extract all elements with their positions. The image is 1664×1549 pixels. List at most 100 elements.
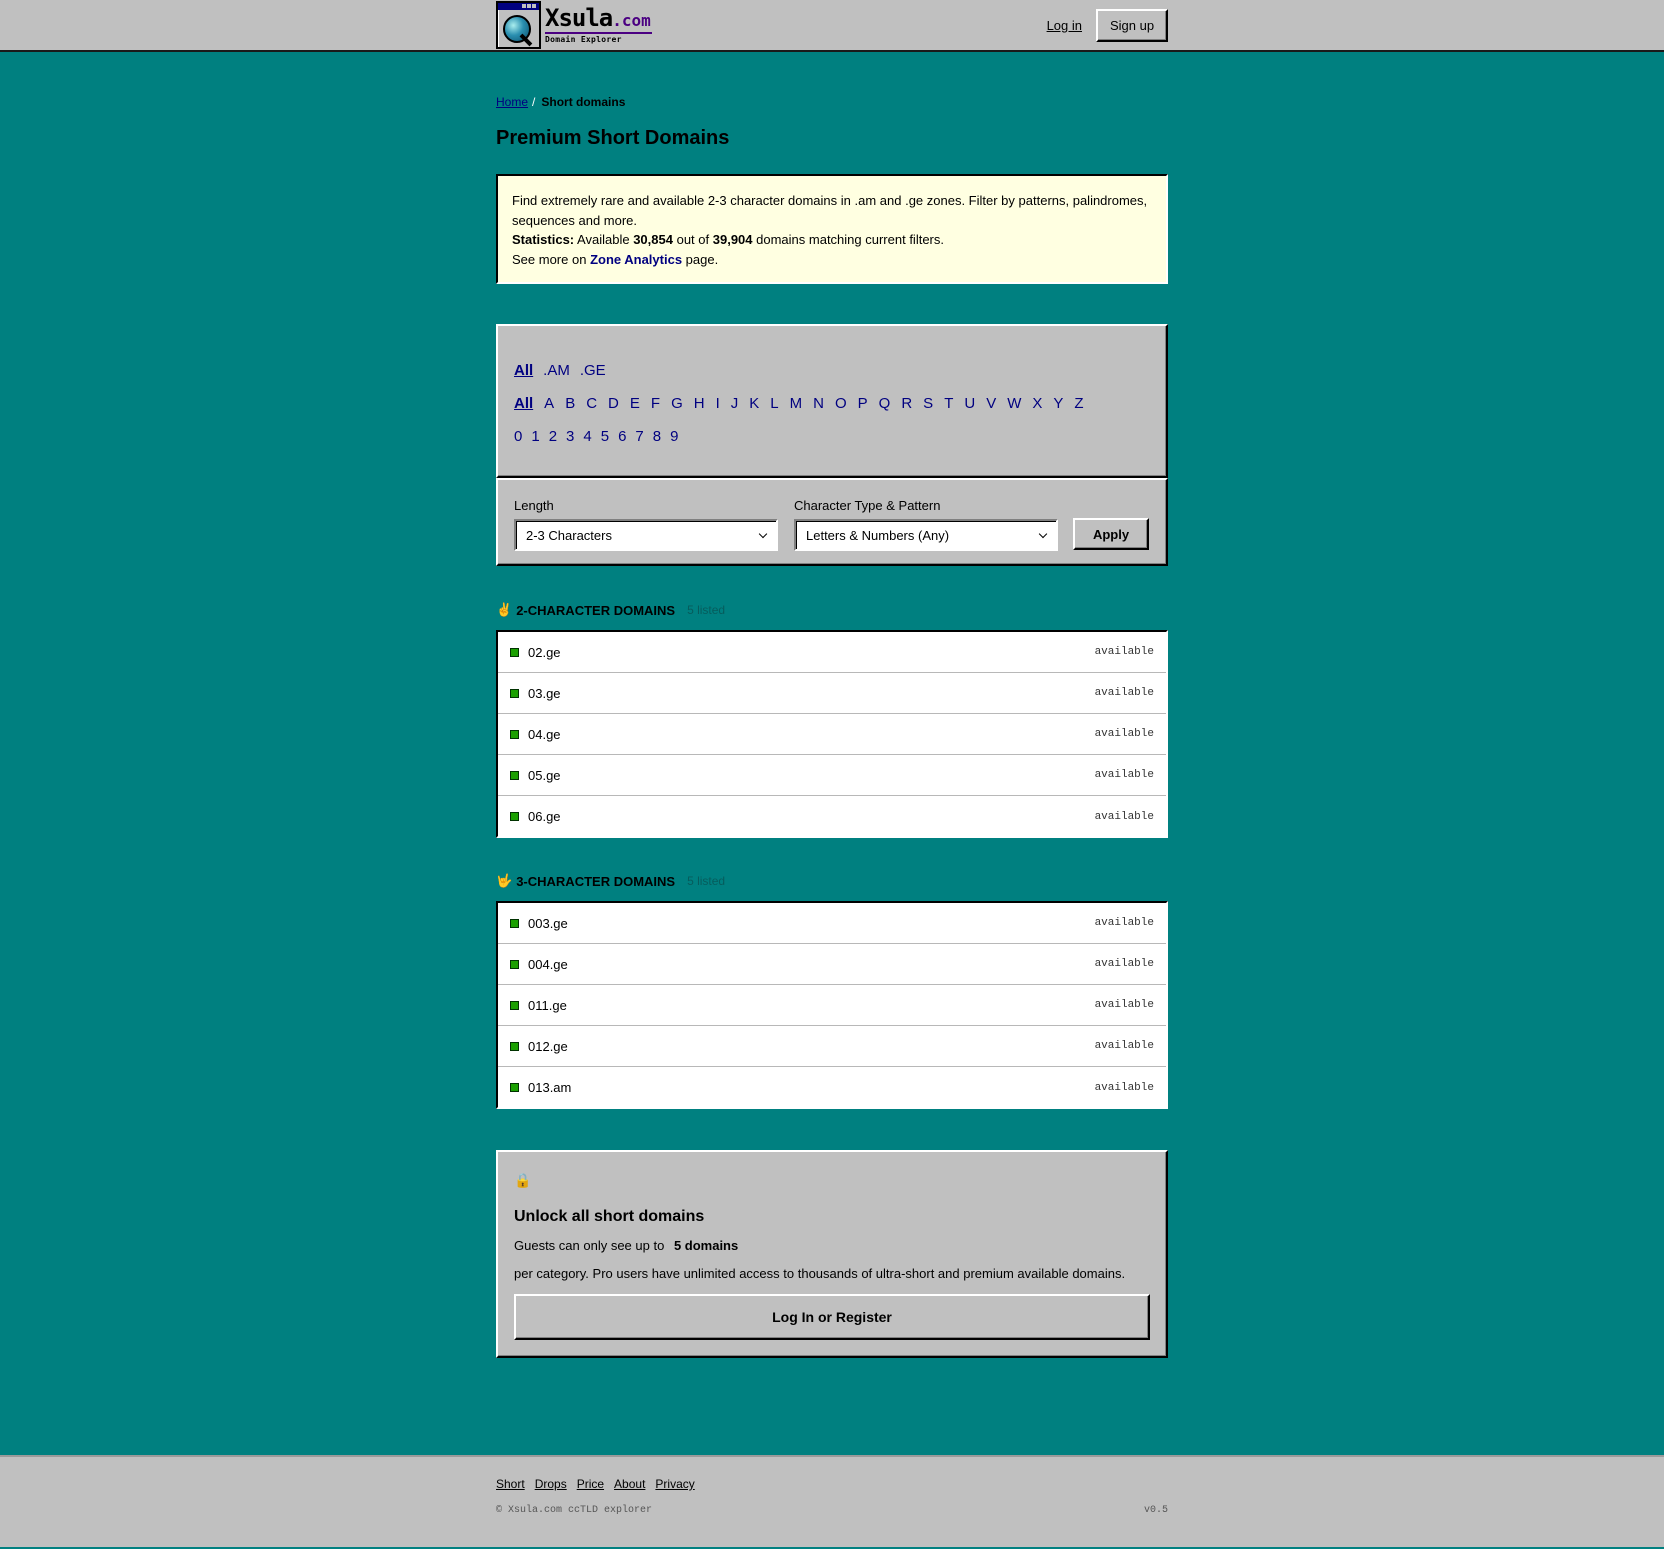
letter-filter-t[interactable]: T [944, 395, 953, 412]
domain-status: available [1094, 646, 1154, 658]
domain-row[interactable]: 003.ge available [498, 903, 1166, 944]
available-count: 30,854 [633, 232, 673, 247]
login-register-button[interactable]: Log In or Register [514, 1294, 1150, 1340]
digit-filter-5[interactable]: 5 [601, 428, 609, 445]
domain-row[interactable]: 05.ge available [498, 755, 1166, 796]
digit-filter-3[interactable]: 3 [566, 428, 574, 445]
available-indicator-icon [510, 729, 519, 739]
domain-status: available [1094, 728, 1154, 740]
domain-name: 003.ge [528, 915, 568, 931]
domain-status: available [1094, 917, 1154, 929]
domain-row[interactable]: 011.ge available [498, 985, 1166, 1026]
letter-filter-f[interactable]: F [651, 395, 660, 412]
zone-filter-all[interactable]: All [514, 362, 533, 379]
pattern-select[interactable]: Letters & Numbers (Any) [794, 519, 1058, 551]
logo[interactable]: Xsula.com Domain Explorer [496, 1, 652, 49]
letter-filter-v[interactable]: V [986, 395, 996, 412]
letter-filter-r[interactable]: R [901, 395, 912, 412]
breadcrumb-separator: / [532, 95, 536, 109]
digit-filter-4[interactable]: 4 [583, 428, 591, 445]
info-description: Find extremely rare and available 2-3 ch… [512, 193, 1148, 228]
apply-button[interactable]: Apply [1073, 518, 1149, 550]
letter-filter-b[interactable]: B [565, 395, 575, 412]
letter-filter-o[interactable]: O [835, 395, 847, 412]
letter-filter-x[interactable]: X [1032, 395, 1042, 412]
letter-filter-s[interactable]: S [923, 395, 933, 412]
stats-prefix: Available [577, 232, 630, 247]
domain-name: 004.ge [528, 956, 568, 972]
breadcrumb-current: Short domains [541, 95, 626, 109]
love-you-gesture-icon: 🤟 [496, 873, 513, 888]
zone-filter-am[interactable]: .AM [543, 362, 570, 379]
digit-filter-8[interactable]: 8 [653, 428, 661, 445]
length-select-value: 2-3 Characters [526, 527, 612, 543]
footer-link-privacy[interactable]: Privacy [655, 1477, 694, 1491]
domain-status: available [1094, 1040, 1154, 1052]
letter-filter-w[interactable]: W [1007, 395, 1021, 412]
footer-link-about[interactable]: About [614, 1477, 645, 1491]
letter-filter-all[interactable]: All [514, 395, 533, 412]
domain-name: 013.am [528, 1080, 572, 1095]
section-count: 5 listed [687, 603, 726, 617]
letter-filter-p[interactable]: P [858, 395, 868, 412]
login-link[interactable]: Log in [1047, 18, 1082, 33]
letter-filter-j[interactable]: J [731, 395, 739, 412]
letter-filter-l[interactable]: L [770, 395, 778, 412]
unlock-panel: 🔒 Unlock all short domains Guests can on… [496, 1150, 1168, 1358]
digit-filter-1[interactable]: 1 [531, 428, 539, 445]
letter-filter-e[interactable]: E [630, 395, 640, 412]
digit-filter-7[interactable]: 7 [635, 428, 643, 445]
letter-filter-d[interactable]: D [608, 395, 619, 412]
digit-filter-6[interactable]: 6 [618, 428, 626, 445]
letter-filter-k[interactable]: K [749, 395, 759, 412]
letter-filter-h[interactable]: H [694, 395, 705, 412]
domain-row[interactable]: 02.ge available [498, 632, 1166, 673]
stats-mid: out of [676, 232, 710, 247]
domain-row[interactable]: 04.ge available [498, 714, 1166, 755]
domain-row[interactable]: 06.ge available [498, 796, 1166, 837]
zone-analytics-link[interactable]: Zone Analytics [590, 252, 682, 267]
letter-filter-c[interactable]: C [586, 395, 597, 412]
letter-filter-i[interactable]: I [716, 395, 720, 412]
chevron-down-icon [758, 529, 768, 538]
letter-filter-u[interactable]: U [964, 395, 975, 412]
section-header-2-char: ✌️ 2-character domains 5 listed [496, 602, 725, 618]
footer-links: Short Drops Price About Privacy [496, 1477, 705, 1491]
letter-filter-q[interactable]: Q [879, 395, 891, 412]
footer-link-short[interactable]: Short [496, 1477, 525, 1491]
section-title: 2-character domains [516, 602, 676, 618]
filter-form: Length 2-3 Characters Character Type & P… [496, 478, 1168, 566]
digit-filter-9[interactable]: 9 [670, 428, 678, 445]
letter-filter-m[interactable]: M [790, 395, 803, 412]
length-select[interactable]: 2-3 Characters [514, 519, 778, 551]
domain-row[interactable]: 03.ge available [498, 673, 1166, 714]
page-title: Premium Short Domains [496, 127, 730, 149]
letter-filter-z[interactable]: Z [1074, 395, 1083, 412]
domain-status: available [1094, 810, 1154, 823]
footer-link-price[interactable]: Price [577, 1477, 604, 1491]
pattern-label: Character Type & Pattern [794, 498, 941, 513]
zone-filter: All .AM .GE [514, 362, 616, 379]
letter-filter-y[interactable]: Y [1053, 395, 1063, 412]
letter-filter-g[interactable]: G [671, 395, 683, 412]
domain-name: 011.ge [528, 997, 567, 1013]
footer-link-drops[interactable]: Drops [535, 1477, 567, 1491]
domain-row[interactable]: 012.ge available [498, 1026, 1166, 1067]
digit-filter-0[interactable]: 0 [514, 428, 522, 445]
chevron-down-icon [1038, 529, 1048, 538]
letter-filter-a[interactable]: A [544, 395, 554, 412]
available-indicator-icon [510, 812, 519, 821]
top-bar-inner: Xsula.com Domain Explorer Log in Sign up [496, 0, 1168, 50]
letter-filter-n[interactable]: N [813, 395, 824, 412]
signup-button[interactable]: Sign up [1096, 9, 1168, 42]
domain-row[interactable]: 013.am available [498, 1067, 1166, 1108]
domain-list-2-char: 02.ge available 03.ge available 04.ge availab… [496, 630, 1168, 838]
digit-filter-2[interactable]: 2 [549, 428, 557, 445]
zone-filter-ge[interactable]: .GE [580, 362, 606, 379]
info-see-more: See more on Zone Analytics page. [512, 250, 1152, 270]
domain-name: 012.ge [528, 1038, 568, 1054]
domain-row[interactable]: 004.ge available [498, 944, 1166, 985]
breadcrumb-home-link[interactable]: Home [496, 95, 528, 109]
domain-status: available [1094, 999, 1154, 1011]
domain-name: 04.ge [528, 726, 561, 742]
